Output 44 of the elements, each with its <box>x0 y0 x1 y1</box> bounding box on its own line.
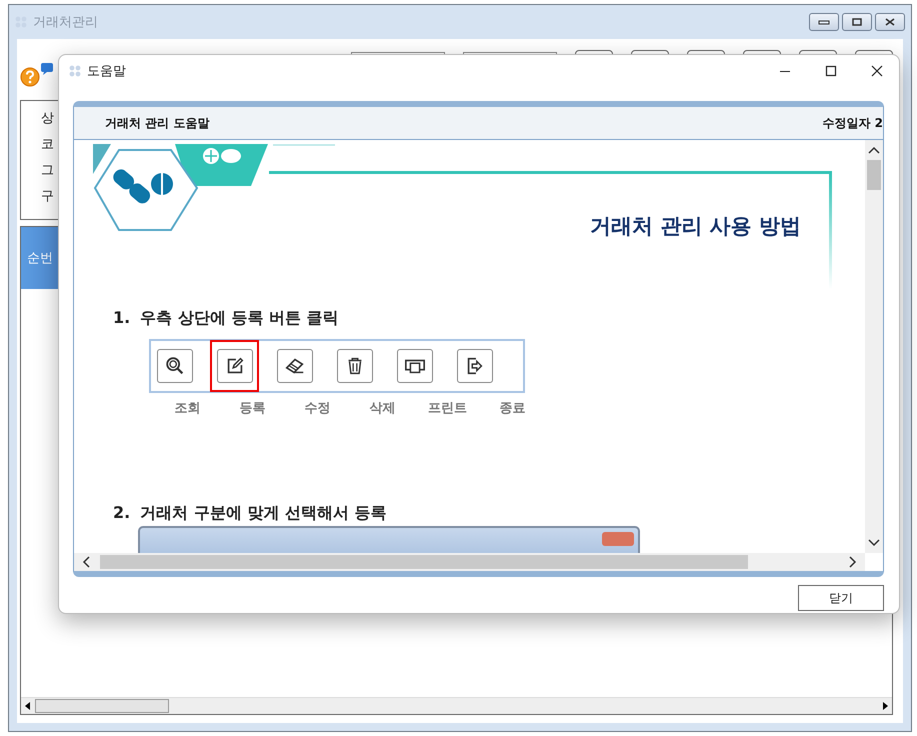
help-heading: 거래처 관리 사용 방법 <box>590 213 801 240</box>
close-icon <box>884 18 896 26</box>
app-icon <box>69 65 81 77</box>
window-title: 거래처관리 <box>33 14 98 31</box>
form-label: 구 <box>41 188 54 205</box>
close-button[interactable]: 닫기 <box>798 585 884 611</box>
maximize-button[interactable] <box>825 65 837 77</box>
scroll-right-icon[interactable] <box>882 702 888 710</box>
minimize-icon <box>818 18 830 26</box>
maximize-button[interactable] <box>842 13 872 31</box>
form-label: 그 <box>41 162 54 179</box>
horizontal-scrollbar[interactable] <box>74 553 865 571</box>
toolbar-label: 조회 <box>174 400 202 417</box>
step-text: 우측 상단에 등록 버튼 클릭 <box>140 308 338 329</box>
horizontal-scrollbar[interactable] <box>21 697 892 714</box>
step-text: 거래처 구분에 맞게 선택해서 등록 <box>140 503 386 524</box>
scroll-left-icon[interactable] <box>82 556 90 568</box>
edit-icon <box>216 349 252 383</box>
scroll-left-icon[interactable] <box>25 702 31 710</box>
revision-date-label: 수정일자 2 <box>822 114 883 132</box>
close-button[interactable] <box>875 13 905 31</box>
form-label: 상 <box>41 110 54 127</box>
vertical-scrollbar[interactable] <box>865 140 883 553</box>
toolbar-label: 수정 <box>304 400 332 417</box>
step-number: 2. <box>113 503 130 524</box>
scrollbar-thumb[interactable] <box>867 160 881 190</box>
toolbar-label: 종료 <box>498 400 526 417</box>
dialog-title: 도움말 <box>87 63 127 80</box>
toolbar-label: 등록 <box>238 400 266 417</box>
form-label: 코 <box>41 136 54 153</box>
minimize-button[interactable] <box>809 13 839 31</box>
step-number: 1. <box>113 308 130 329</box>
toolbar-label: 삭제 <box>368 400 396 417</box>
maximize-icon <box>851 18 863 26</box>
toolbar-label: 프린트 <box>427 400 468 417</box>
close-button[interactable] <box>871 65 883 77</box>
help-icon[interactable] <box>20 67 40 87</box>
scrollbar-thumb[interactable] <box>100 555 748 569</box>
scroll-down-icon[interactable] <box>868 539 880 547</box>
scrollbar-thumb[interactable] <box>35 699 169 713</box>
chat-icon[interactable] <box>40 62 54 76</box>
document-title: 거래처 관리 도움말 <box>105 114 210 132</box>
scroll-up-icon[interactable] <box>868 146 880 154</box>
scroll-right-icon[interactable] <box>849 556 857 568</box>
